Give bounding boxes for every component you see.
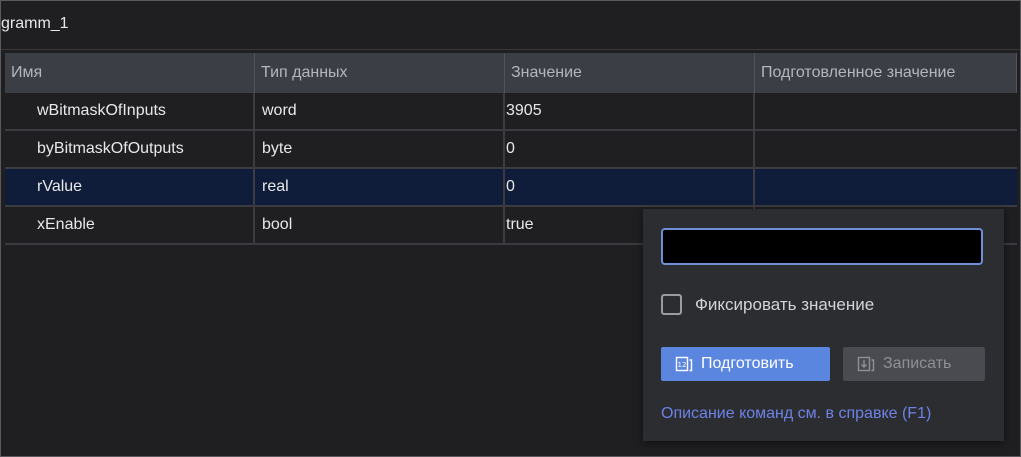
table-header: Имя Тип данных Значение Подготовленное з… [5, 53, 1017, 93]
prepare-button[interactable]: 12 Подготовить [661, 347, 830, 381]
prepare-value-icon: 12 [675, 356, 693, 372]
prepare-button-label: Подготовить [701, 355, 794, 372]
cell-type: byte [255, 131, 505, 167]
cell-prepared[interactable] [755, 93, 1017, 129]
cell-type: bool [255, 207, 505, 243]
cell-value: 3905 [505, 93, 755, 129]
cell-type: real [255, 169, 505, 205]
fix-value-label[interactable]: Фиксировать значение [695, 295, 874, 315]
window-title: gramm_1 [1, 15, 69, 32]
cell-prepared[interactable] [755, 131, 1017, 167]
table-row[interactable]: wBitmaskOfInputs word 3905 [5, 93, 1017, 131]
cell-value: 0 [505, 169, 755, 205]
svg-text:12: 12 [678, 361, 687, 369]
cell-name: byBitmaskOfOutputs [5, 131, 255, 167]
cell-name: xEnable [5, 207, 255, 243]
write-button-label: Записать [883, 355, 952, 372]
write-button[interactable]: Записать [843, 347, 985, 381]
cell-name: rValue [5, 169, 255, 205]
cell-name: wBitmaskOfInputs [5, 93, 255, 129]
column-header-prepared[interactable]: Подготовленное значение [755, 53, 1017, 93]
table-row-selected[interactable]: rValue real 0 [5, 169, 1017, 207]
column-header-value[interactable]: Значение [505, 53, 755, 93]
cell-prepared[interactable] [755, 169, 1017, 205]
fix-value-checkbox[interactable] [661, 294, 682, 315]
cell-value: 0 [505, 131, 755, 167]
prepare-value-popup: Фиксировать значение 12 Подготовить Запи… [643, 209, 1004, 441]
value-input[interactable] [661, 228, 983, 265]
table-row[interactable]: byBitmaskOfOutputs byte 0 [5, 131, 1017, 169]
title-divider [1, 49, 1020, 50]
fix-value-option[interactable]: Фиксировать значение [661, 294, 874, 315]
column-header-type[interactable]: Тип данных [255, 53, 505, 93]
write-value-icon [857, 356, 875, 372]
cell-type: word [255, 93, 505, 129]
column-header-name[interactable]: Имя [5, 53, 255, 93]
help-link[interactable]: Описание команд см. в справке (F1) [661, 405, 931, 423]
